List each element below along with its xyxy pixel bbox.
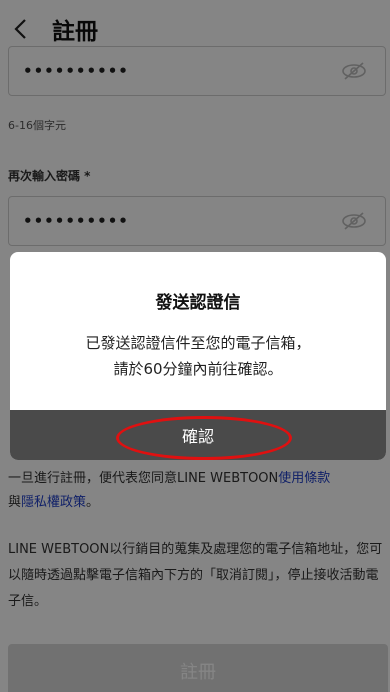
- dialog-message: 已發送認證信件至您的電子信箱， 請於60分鐘內前往確認。: [10, 330, 386, 382]
- dialog-message-line1: 已發送認證信件至您的電子信箱，: [85, 334, 311, 352]
- annotation-circle: [116, 416, 292, 460]
- dialog-title: 發送認證信: [155, 293, 241, 313]
- dialog-message-line2: 請於60分鐘內前往確認。: [113, 360, 283, 378]
